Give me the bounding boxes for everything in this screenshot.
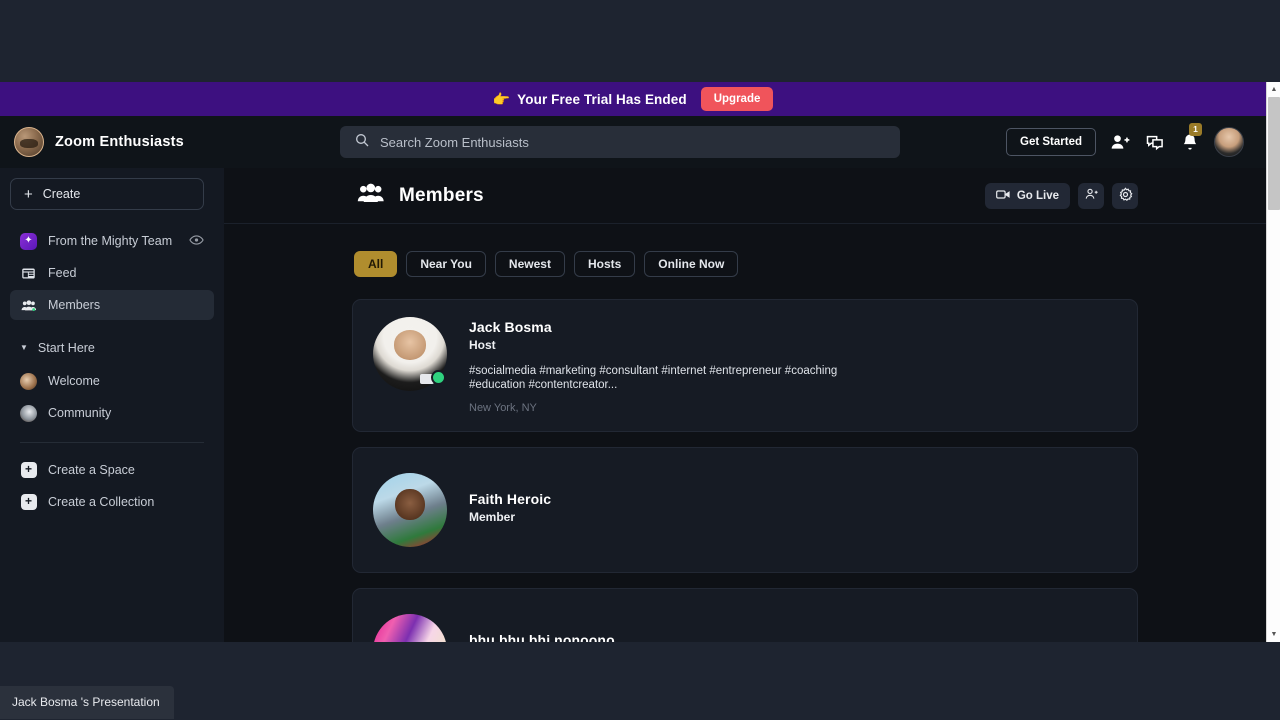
online-status-dot [431, 370, 446, 385]
get-started-button[interactable]: Get Started [1006, 128, 1096, 156]
member-info: Jack Bosma Host #socialmedia #marketing … [469, 317, 889, 414]
top-bar-actions: Get Started 1 [1006, 123, 1266, 157]
member-card[interactable]: Jack Bosma Host #socialmedia #marketing … [352, 299, 1138, 432]
user-avatar[interactable] [1214, 127, 1244, 157]
member-card[interactable]: bhu bhu bhi nonoono Member [352, 588, 1138, 642]
chevron-down-icon: ▼ [20, 343, 28, 352]
create-a-space-button[interactable]: + Create a Space [10, 455, 214, 485]
bell-icon[interactable]: 1 [1179, 123, 1202, 152]
sidebar-item-welcome[interactable]: Welcome [10, 366, 214, 396]
avatar-wrap [373, 317, 447, 391]
filter-chip-all[interactable]: All [354, 251, 398, 277]
sidebar-item-label: Feed [48, 266, 77, 280]
sidebar-group-label: Start Here [37, 341, 95, 355]
add-person-icon[interactable] [1109, 132, 1131, 152]
go-live-label: Go Live [1016, 189, 1059, 202]
sidebar-item-label: Members [48, 298, 101, 312]
sidebar-item-label: From the Mighty Team [48, 234, 173, 248]
plus-square-icon: + [20, 494, 37, 511]
scroll-down-arrow-icon[interactable]: ▼ [1267, 627, 1280, 642]
free-trial-banner: 👉 Your Free Trial Has Ended Upgrade [0, 82, 1266, 116]
filter-chip-newest[interactable]: Newest [494, 251, 565, 277]
member-tags: #socialmedia #marketing #consultant #int… [469, 365, 838, 391]
brand-home-link[interactable]: Zoom Enthusiasts [0, 127, 340, 157]
trial-banner-text: 👉 Your Free Trial Has Ended [493, 91, 687, 108]
eye-icon[interactable] [189, 234, 204, 249]
member-info: bhu bhu bhi nonoono Member [469, 614, 615, 642]
notification-badge: 1 [1189, 123, 1202, 136]
member-name: bhu bhu bhi nonoono [469, 632, 615, 642]
gear-icon [1118, 186, 1133, 205]
page-title-wrap: Members [356, 182, 484, 209]
invite-member-button[interactable] [1078, 182, 1104, 209]
go-live-button[interactable]: Go Live [984, 182, 1070, 209]
page-title: Members [399, 184, 484, 206]
community-avatar-icon [20, 404, 37, 422]
vertical-scrollbar[interactable]: ▲ ▼ [1266, 82, 1280, 642]
member-info: Faith Heroic Member [469, 473, 551, 524]
search-box[interactable] [340, 126, 900, 158]
sidebar-action-label: Create a Collection [48, 495, 155, 509]
upgrade-button[interactable]: Upgrade [700, 87, 774, 111]
sidebar: + Create ✦ From the Mighty Team Feed Mem… [0, 168, 224, 642]
settings-button[interactable] [1112, 182, 1138, 209]
member-name: Jack Bosma [469, 319, 552, 335]
sidebar-action-label: Create a Space [48, 463, 135, 477]
sidebar-item-feed[interactable]: Feed [10, 258, 214, 288]
pointing-right-icon: 👉 [492, 90, 511, 107]
member-name: Faith Heroic [469, 491, 552, 507]
presentation-label: Jack Bosma 's Presentation [0, 686, 174, 719]
sidebar-item-community[interactable]: Community [10, 398, 214, 428]
scrollbar-thumb[interactable] [1268, 97, 1280, 210]
chat-bubbles-icon[interactable] [1144, 132, 1166, 152]
members-scroll-area[interactable]: All Near You Newest Hosts Online Now Jac… [224, 224, 1266, 642]
sidebar-divider [20, 442, 204, 443]
members-icon [356, 182, 386, 209]
main-content: Members Go Live All Near You Newest Host… [224, 168, 1266, 642]
app-window: 👉 Your Free Trial Has Ended Upgrade Zoom… [0, 82, 1280, 642]
search-input[interactable] [380, 134, 886, 150]
member-role: Host [469, 338, 496, 352]
create-a-collection-button[interactable]: + Create a Collection [10, 487, 214, 517]
community-name: Zoom Enthusiasts [55, 134, 184, 150]
filter-chip-near-you[interactable]: Near You [406, 251, 486, 277]
sidebar-group-start-here[interactable]: ▼ Start Here [10, 334, 214, 362]
sidebar-item-from-the-mighty-team[interactable]: ✦ From the Mighty Team [10, 226, 214, 256]
member-card[interactable]: Faith Heroic Member [352, 447, 1138, 573]
top-navigation-bar: Zoom Enthusiasts Get Started [0, 116, 1266, 168]
search-icon [354, 132, 370, 153]
video-camera-icon [995, 189, 1010, 203]
avatar-wrap [373, 473, 447, 547]
welcome-avatar-icon [20, 372, 37, 390]
search-container [340, 126, 900, 158]
sidebar-item-label: Welcome [48, 374, 100, 388]
feed-icon [20, 265, 37, 282]
trial-banner-label: Your Free Trial Has Ended [517, 91, 687, 107]
faith-heroic-avatar [373, 473, 447, 547]
create-button[interactable]: + Create [10, 178, 204, 210]
member-location: New York, NY [469, 402, 537, 414]
screen-share-frame: 👉 Your Free Trial Has Ended Upgrade Zoom… [0, 0, 1280, 720]
plus-icon: + [24, 185, 33, 203]
page-header-actions: Go Live [984, 182, 1138, 209]
member-role: Member [469, 510, 516, 524]
mighty-sparkle-icon: ✦ [20, 232, 37, 250]
filter-chip-online-now[interactable]: Online Now [644, 251, 739, 277]
scroll-up-arrow-icon[interactable]: ▲ [1267, 82, 1280, 97]
filter-chip-hosts[interactable]: Hosts [573, 251, 636, 277]
bhu-bhu-bhi-avatar [373, 614, 447, 642]
create-button-label: Create [42, 187, 81, 201]
community-avatar [14, 127, 44, 157]
page-header: Members Go Live [224, 168, 1266, 224]
avatar-wrap [373, 614, 447, 642]
sidebar-item-label: Community [48, 406, 112, 420]
member-filters: All Near You Newest Hosts Online Now [352, 224, 1138, 299]
plus-square-icon: + [20, 462, 37, 479]
members-icon [20, 297, 37, 314]
sidebar-item-members[interactable]: Members [10, 290, 214, 320]
add-person-icon [1084, 187, 1099, 204]
